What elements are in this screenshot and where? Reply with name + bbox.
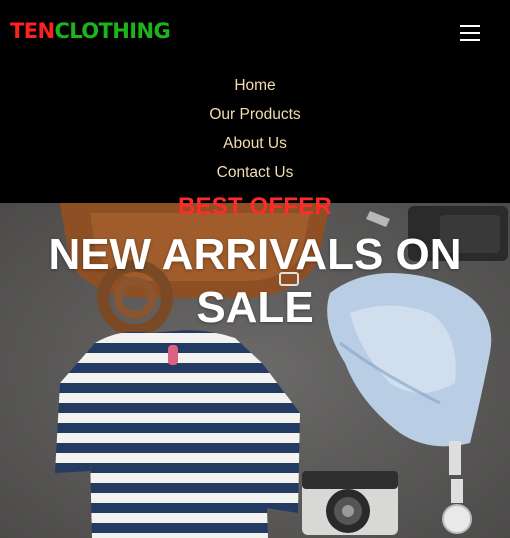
hero-headline: NEW ARRIVALS ON SALE (48, 230, 462, 332)
navbar: TENCLOTHING Home Our Products About Us C… (0, 0, 510, 203)
nav-menu: Home Our Products About Us Contact Us (0, 71, 510, 187)
brand-logo-part2: CLOTHING (54, 19, 171, 43)
nav-link-contact-us[interactable]: Contact Us (217, 158, 294, 187)
brand-logo-part1: TEN (10, 19, 55, 43)
brand-logo[interactable]: TENCLOTHING (10, 19, 171, 43)
nav-link-home[interactable]: Home (234, 71, 275, 100)
hamburger-icon (460, 25, 480, 41)
nav-link-about-us[interactable]: About Us (223, 129, 287, 158)
nav-link-our-products[interactable]: Our Products (209, 100, 300, 129)
menu-toggle-button[interactable] (456, 17, 484, 49)
hero-tagline: BEST OFFER (177, 193, 332, 220)
